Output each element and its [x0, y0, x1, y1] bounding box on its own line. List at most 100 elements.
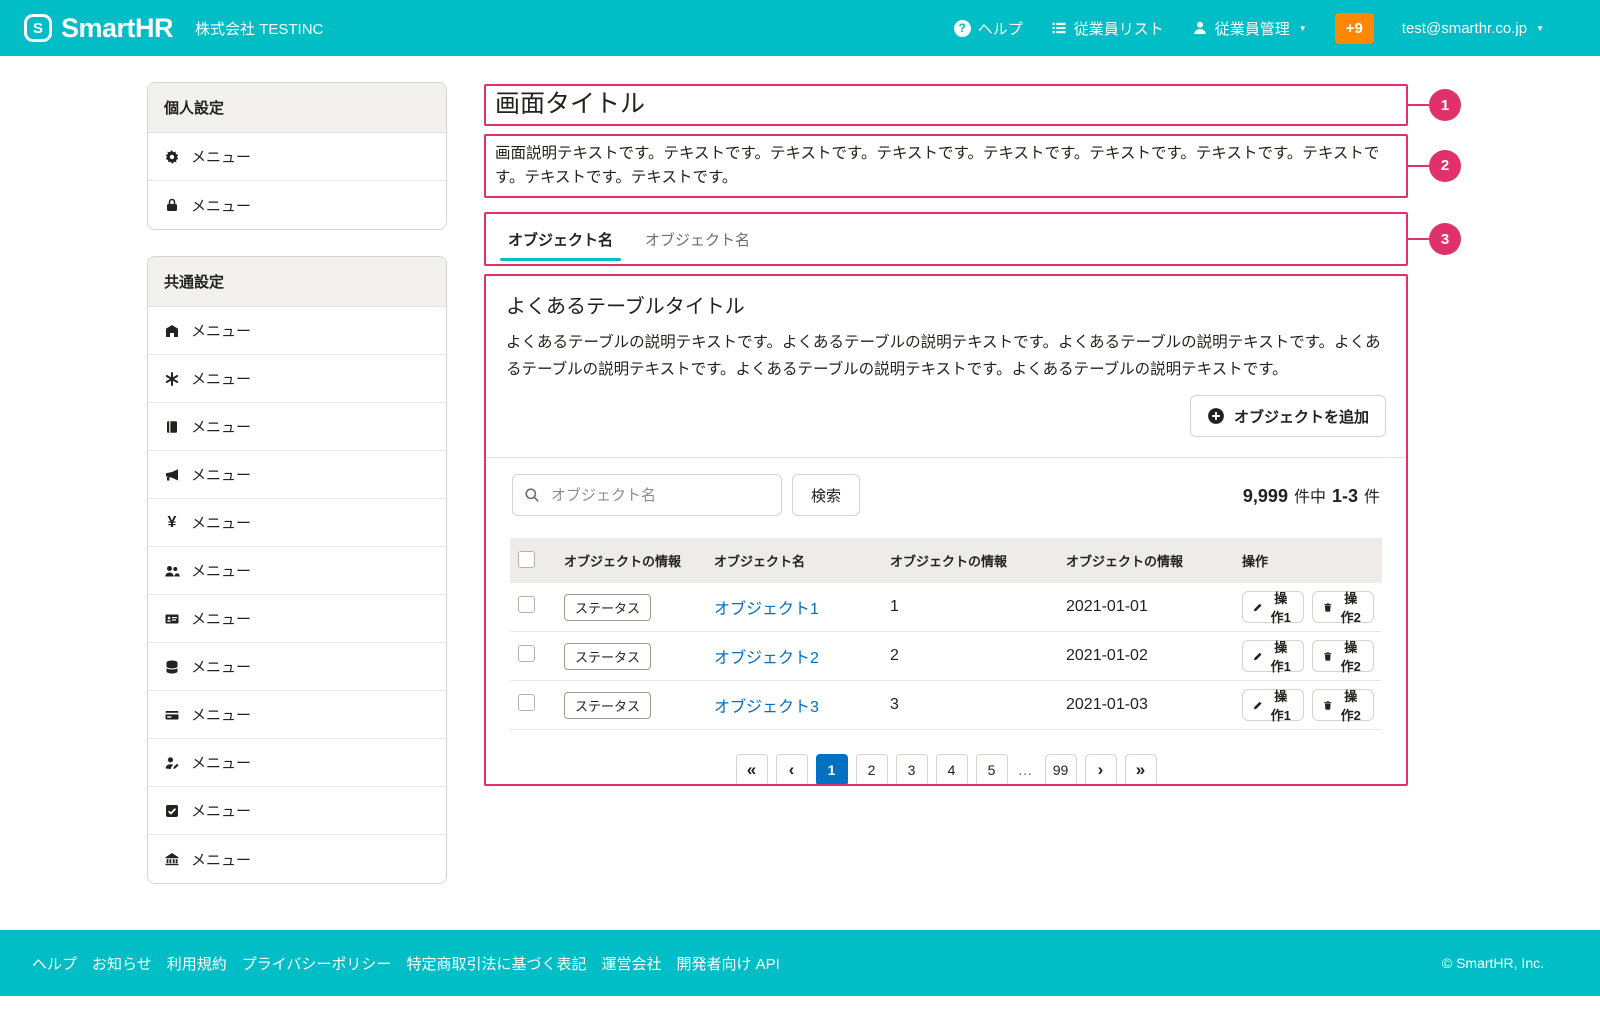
employee-admin-label: 従業員管理 [1215, 18, 1290, 39]
sidebar-item-ledger[interactable]: メニュー [148, 403, 446, 451]
tab-bar: オブジェクト名 オブジェクト名 3 [484, 212, 1408, 266]
account-menu[interactable]: test@smarthr.co.jp ▼ [1402, 20, 1544, 37]
help-link[interactable]: ? ヘルプ [954, 18, 1023, 39]
sidebar-item-payslip[interactable]: メニュー [148, 691, 446, 739]
page-button-3[interactable]: 3 [896, 754, 928, 786]
panel-title: よくあるテーブルタイトル [506, 290, 1386, 319]
sidebar-item-user-edit[interactable]: メニュー [148, 739, 446, 787]
edit-label: 操作1 [1269, 637, 1293, 675]
row-checkbox[interactable] [518, 694, 535, 711]
brand-name: SmartHR [61, 13, 173, 44]
sidebar-item-approval[interactable]: メニュー [148, 787, 446, 835]
object-info-cell: 3 [882, 696, 1058, 714]
users-icon [164, 563, 180, 579]
footer-link-news[interactable]: お知らせ [92, 953, 152, 974]
tab-object-2[interactable]: オブジェクト名 [629, 214, 766, 264]
employee-admin-menu[interactable]: 従業員管理 ▼ [1192, 18, 1307, 39]
list-icon [1051, 20, 1067, 36]
help-icon: ? [954, 20, 971, 37]
annotation-marker-2: 2 [1429, 150, 1461, 182]
footer-link-company[interactable]: 運営会社 [601, 953, 661, 974]
object-link[interactable]: オブジェクト2 [714, 650, 819, 667]
sidebar-item-database[interactable]: メニュー [148, 643, 446, 691]
sidebar-item-label: メニュー [191, 560, 251, 581]
edit-button[interactable]: 操作1 [1242, 689, 1304, 721]
page-title: 画面タイトル [495, 89, 1397, 119]
count-range: 1-3 [1332, 486, 1358, 507]
object-link[interactable]: オブジェクト1 [714, 601, 819, 618]
delete-button[interactable]: 操作2 [1312, 689, 1374, 721]
sidebar-item-members[interactable]: メニュー [148, 547, 446, 595]
chevron-down-icon: ▼ [1299, 24, 1307, 33]
sidebar-item-label: メニュー [191, 368, 251, 389]
page-button-2[interactable]: 2 [856, 754, 888, 786]
delete-label: 操作2 [1339, 637, 1363, 675]
add-button-row: オブジェクトを追加 [506, 395, 1386, 437]
footer-link-commerce[interactable]: 特定商取引法に基づく表記 [406, 953, 586, 974]
database-icon [164, 659, 180, 675]
footer-link-api[interactable]: 開発者向け API [676, 953, 779, 974]
status-badge: ステータス [564, 643, 651, 670]
footer-link-help[interactable]: ヘルプ [32, 953, 77, 974]
delete-button[interactable]: 操作2 [1312, 640, 1374, 672]
sidebar: 個人設定 メニュー メニュー 共通設定 メニュー メニュー メニュー メニュー [147, 82, 447, 910]
column-header: オブジェクトの情報 [882, 551, 1058, 570]
search-field-wrap [512, 474, 782, 516]
sidebar-item-bank[interactable]: メニュー [148, 835, 446, 883]
page-button-5[interactable]: 5 [976, 754, 1008, 786]
delete-label: 操作2 [1339, 686, 1363, 724]
row-checkbox[interactable] [518, 645, 535, 662]
row-checkbox[interactable] [518, 596, 535, 613]
first-page-button[interactable]: « [736, 754, 768, 786]
status-badge: ステータス [564, 594, 651, 621]
sidebar-item-asterisk[interactable]: メニュー [148, 355, 446, 403]
employee-list-link[interactable]: 従業員リスト [1051, 18, 1164, 39]
sidebar-item-label: メニュー [191, 704, 251, 725]
count-unit-mid: 件中 [1294, 483, 1326, 507]
page-button-1[interactable]: 1 [816, 754, 848, 786]
sidebar-item-company[interactable]: メニュー [148, 307, 446, 355]
search-icon [524, 487, 540, 503]
asterisk-icon [164, 371, 180, 387]
sidebar-item-label: メニュー [191, 320, 251, 341]
page-button-4[interactable]: 4 [936, 754, 968, 786]
row-actions: 操作1 操作2 [1234, 640, 1382, 672]
edit-button[interactable]: 操作1 [1242, 640, 1304, 672]
user-icon [1192, 20, 1208, 36]
search-input[interactable] [512, 474, 782, 516]
sidebar-item-announcement[interactable]: メニュー [148, 451, 446, 499]
edit-label: 操作1 [1269, 686, 1293, 724]
sidebar-item-settings[interactable]: メニュー [148, 133, 446, 181]
help-label: ヘルプ [978, 18, 1023, 39]
annotation-line [1406, 529, 1408, 531]
edit-button[interactable]: 操作1 [1242, 591, 1304, 623]
select-all-checkbox[interactable] [518, 551, 535, 568]
next-page-button[interactable]: › [1085, 754, 1117, 786]
sidebar-item-payroll[interactable]: ¥ メニュー [148, 499, 446, 547]
app-footer: ヘルプ お知らせ 利用規約 プライバシーポリシー 特定商取引法に基づく表記 運営… [0, 930, 1600, 996]
object-link[interactable]: オブジェクト3 [714, 699, 819, 716]
sidebar-item-id-card[interactable]: メニュー [148, 595, 446, 643]
plus-circle-icon [1207, 407, 1225, 425]
id-card-icon [164, 611, 180, 627]
search-button[interactable]: 検索 [792, 474, 860, 516]
divider [486, 457, 1406, 458]
object-table: オブジェクトの情報 オブジェクト名 オブジェクトの情報 オブジェクトの情報 操作… [510, 538, 1382, 730]
footer-link-privacy[interactable]: プライバシーポリシー [242, 953, 392, 974]
sidebar-item-label: メニュー [191, 608, 251, 629]
result-count: 9,999 件中 1-3 件 [1243, 483, 1380, 507]
pencil-icon [1253, 650, 1263, 663]
prev-page-button[interactable]: ‹ [776, 754, 808, 786]
row-actions: 操作1 操作2 [1234, 689, 1382, 721]
notification-badge[interactable]: +9 [1335, 13, 1374, 44]
page-button-99[interactable]: 99 [1045, 754, 1077, 786]
sidebar-item-security[interactable]: メニュー [148, 181, 446, 229]
last-page-button[interactable]: » [1125, 754, 1157, 786]
tab-object-1[interactable]: オブジェクト名 [492, 214, 629, 264]
table-row: ステータス オブジェクト3 3 2021-01-03 操作1 操作2 [510, 681, 1382, 730]
add-object-button[interactable]: オブジェクトを追加 [1190, 395, 1386, 437]
footer-link-terms[interactable]: 利用規約 [167, 953, 227, 974]
smarthr-logo[interactable]: S SmartHR [24, 13, 173, 44]
delete-button[interactable]: 操作2 [1312, 591, 1374, 623]
column-header: オブジェクトの情報 [556, 551, 706, 570]
